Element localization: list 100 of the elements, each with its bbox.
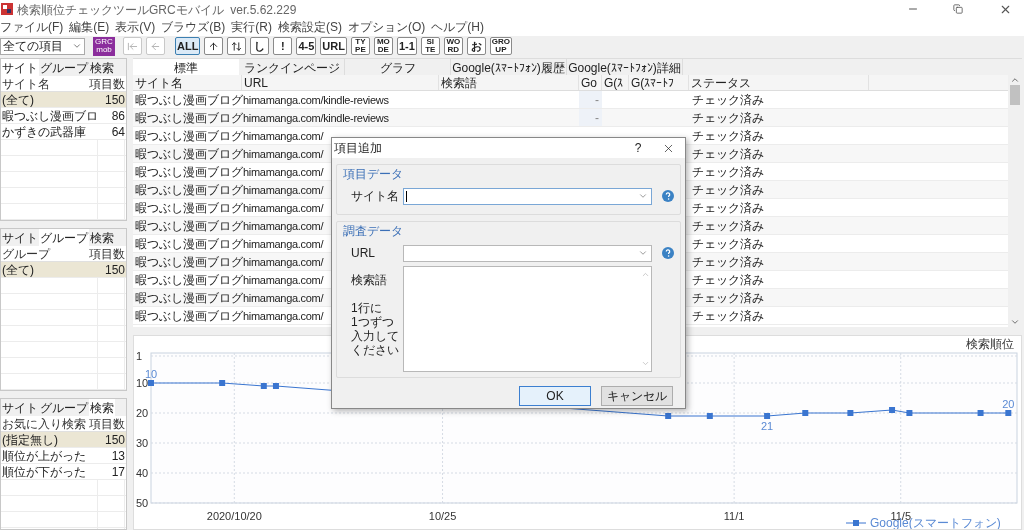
scroll-down-icon[interactable] (1010, 317, 1020, 327)
axis-label: 11/1 (723, 510, 745, 522)
column-header[interactable]: G(ｽ (604, 76, 624, 90)
filter-dropdown[interactable]: 全ての項目 (0, 37, 85, 55)
menu-item[interactable]: オプション(O) (348, 18, 426, 36)
panel-tab[interactable]: 検索 (89, 59, 115, 76)
data-point (764, 413, 771, 419)
data-point (706, 413, 713, 419)
scroll-up-icon[interactable] (1010, 75, 1020, 85)
table-cell: チェック済み (692, 219, 764, 233)
list-row[interactable]: 暇つぶし漫画ブロ 86 (1, 108, 126, 124)
group-title: 項目データ (343, 167, 403, 181)
toolbar-button[interactable]: 1-1 (396, 37, 417, 55)
data-point (906, 410, 913, 416)
column-header[interactable]: グループ (1, 247, 50, 261)
toolbar-button[interactable]: TY PE (350, 37, 370, 55)
column-header[interactable]: 項目数 (89, 76, 125, 92)
column-header[interactable]: 項目数 (89, 246, 125, 262)
data-label: 10 (144, 368, 158, 380)
dialog-button[interactable]: OK (519, 386, 591, 406)
axis-label: 10/25 (428, 510, 457, 522)
axis-label: 30 (136, 437, 149, 449)
column-header[interactable]: G(ｽﾏｰﾄﾌ (631, 76, 675, 90)
toolbar-button[interactable]: し (250, 37, 270, 55)
toolbar-button[interactable]: WO RD (443, 37, 463, 55)
table-cell: 暇つぶし漫画ブログ (135, 255, 243, 269)
toolbar-button[interactable]: MO DE (373, 37, 393, 55)
panel-tab[interactable]: グループ (39, 59, 89, 76)
list-row[interactable]: かずきの武器庫 64 (1, 124, 126, 140)
field-label: URL (351, 246, 375, 260)
scroll-up-icon[interactable] (640, 270, 650, 279)
table-cell: チェック済み (692, 237, 764, 251)
column-header[interactable]: 検索語 (441, 76, 477, 90)
column-header[interactable]: 項目数 (89, 416, 125, 432)
menu-item[interactable]: ブラウズ(B) (161, 18, 226, 36)
column-header[interactable]: サイト名 (1, 77, 50, 91)
column-header[interactable]: ステータス (691, 76, 751, 90)
table-cell: チェック済み (692, 93, 764, 107)
keyword-textarea[interactable] (403, 266, 652, 372)
restore-icon[interactable] (953, 4, 963, 14)
menu-item[interactable]: 編集(E) (69, 18, 110, 36)
table-cell: 暇つぶし漫画ブログ (135, 111, 243, 125)
column-header[interactable]: Go (581, 76, 597, 90)
table-cell: himamanga.com/ (243, 184, 324, 196)
field-label: 検索語 (351, 272, 387, 289)
help-icon[interactable] (662, 190, 674, 202)
combo-field[interactable] (403, 244, 652, 262)
panel-tab[interactable]: グループ (39, 399, 89, 416)
legend-marker-icon (845, 520, 867, 526)
data-point (802, 410, 809, 416)
panel-tab[interactable]: サイト (1, 59, 39, 76)
toolbar-button[interactable]: SI TE (420, 37, 440, 55)
up-down-button[interactable] (227, 37, 247, 55)
up-button[interactable] (204, 37, 224, 55)
field-note: 入力して (351, 329, 399, 343)
arrow-left-bar-icon (127, 40, 138, 52)
panel-tab[interactable]: 検索 (89, 399, 115, 416)
field-label: サイト名 (351, 189, 399, 203)
table-cell: 暇つぶし漫画ブログ (135, 237, 243, 251)
table-cell: himamanga.com/ (243, 256, 324, 268)
column-header[interactable]: URL (244, 76, 268, 90)
toolbar-button[interactable]: GRO UP (489, 37, 513, 55)
toolbar-button[interactable]: ! (273, 37, 293, 55)
toolbar-button[interactable]: お (466, 37, 486, 55)
menu-item[interactable]: 検索設定(S) (278, 18, 342, 36)
panel-tab[interactable]: 検索 (89, 229, 115, 246)
help-icon[interactable] (662, 247, 674, 259)
dialog-button[interactable]: キャンセル (601, 386, 673, 406)
list-row[interactable]: (全て) 150 (1, 262, 126, 278)
list-row[interactable]: 順位が上がった 13 (1, 448, 126, 464)
menu-item[interactable]: ファイル(F) (0, 18, 64, 36)
column-header[interactable]: お気に入り検索 (1, 417, 86, 431)
list-row[interactable]: 順位が下がった 17 (1, 464, 126, 480)
dropdown-icon[interactable] (72, 41, 82, 51)
arrow-up-icon (208, 40, 220, 52)
dropdown-icon[interactable] (638, 248, 648, 258)
list-row[interactable]: (全て) 150 (1, 92, 126, 108)
menu-item[interactable]: 表示(V) (115, 18, 156, 36)
data-point (665, 413, 672, 419)
help-button[interactable]: ? (628, 139, 648, 157)
table-cell: 暇つぶし漫画ブログ (135, 93, 243, 107)
toolbar-button[interactable]: 4-5 (296, 37, 317, 55)
scroll-down-icon[interactable] (640, 359, 650, 368)
toolbar-button[interactable]: URL (320, 37, 347, 55)
list-row[interactable]: (指定無し) 150 (1, 432, 126, 448)
data-point (889, 407, 896, 413)
field-note: 1行に (351, 301, 382, 315)
combo-field[interactable] (403, 187, 652, 205)
table-cell: チェック済み (692, 255, 764, 269)
toolbar-button[interactable]: ALL (175, 37, 201, 55)
panel-tab[interactable]: グループ (39, 229, 89, 246)
app-logo[interactable]: GRC mob (93, 36, 115, 56)
menu-item[interactable]: ヘルプ(H) (431, 18, 484, 36)
axis-label: 20 (136, 407, 149, 419)
data-point (977, 410, 984, 416)
scroll-thumb[interactable] (1010, 85, 1020, 105)
chart-title: 検索順位 (966, 337, 1014, 351)
dropdown-icon[interactable] (638, 191, 648, 201)
menu-item[interactable]: 実行(R) (231, 18, 272, 36)
column-header[interactable]: サイト名 (135, 76, 183, 90)
